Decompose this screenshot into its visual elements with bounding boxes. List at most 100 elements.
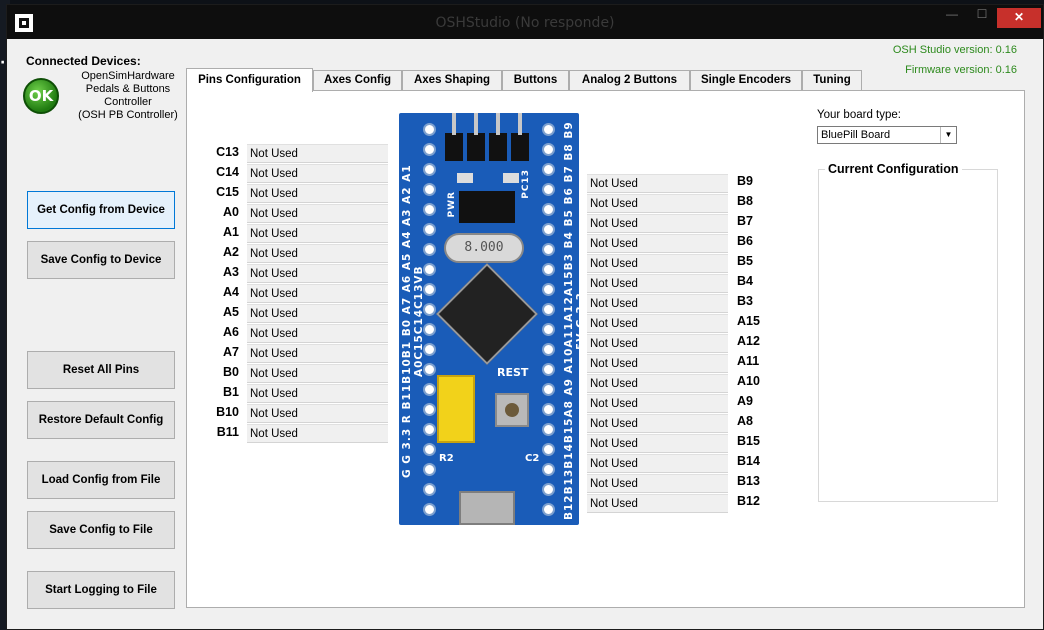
reset-all-pins-button[interactable]: Reset All Pins xyxy=(27,351,175,389)
bluepill-board-image: PWR PC13 8.000 REST R2 C2 G G 3.3 R B11B… xyxy=(399,113,579,525)
pin-label-a7: A7 xyxy=(223,345,239,359)
pin-select-b5[interactable]: Not Used xyxy=(587,254,728,273)
pin-select-b8[interactable]: Not Used xyxy=(587,194,728,213)
pin-select-a4[interactable]: Not Used xyxy=(247,284,388,303)
current-configuration-group: Current Configuration xyxy=(818,162,998,502)
pin-select-b11[interactable]: Not Used xyxy=(247,424,388,443)
pin-label-a6: A6 xyxy=(223,325,239,339)
pin-label-b6: B6 xyxy=(737,234,753,248)
pin-select-b6[interactable]: Not Used xyxy=(587,234,728,253)
board-type-select[interactable]: BluePill Board ▼ xyxy=(817,126,957,144)
pin-select-b12[interactable]: Not Used xyxy=(587,494,728,513)
pin-label-b9: B9 xyxy=(737,174,753,188)
pin-select-c13[interactable]: Not Used xyxy=(247,144,388,163)
pin-select-b10[interactable]: Not Used xyxy=(247,404,388,423)
r2-silk: R2 xyxy=(439,453,454,464)
firmware-version: Firmware version: 0.16 xyxy=(905,64,1017,76)
get-config-from-device-button[interactable]: Get Config from Device xyxy=(27,191,175,229)
pin-label-b11: B11 xyxy=(216,425,239,439)
pin-select-b4[interactable]: Not Used xyxy=(587,274,728,293)
pin-label-a4: A4 xyxy=(223,285,239,299)
pin-select-a2[interactable]: Not Used xyxy=(247,244,388,263)
pin-label-c13: C13 xyxy=(216,145,239,159)
load-config-from-file-button[interactable]: Load Config from File xyxy=(27,461,175,499)
pin-hole xyxy=(542,483,555,496)
pin-select-a10[interactable]: Not Used xyxy=(587,374,728,393)
pin-label-b5: B5 xyxy=(737,254,753,268)
pin-hole xyxy=(542,303,555,316)
pin-hole xyxy=(542,343,555,356)
pin-label-b15: B15 xyxy=(737,434,760,448)
save-config-to-file-button[interactable]: Save Config to File xyxy=(27,511,175,549)
title-bar[interactable]: OSHStudio (No responde) — ☐ ✕ xyxy=(7,5,1043,39)
pin-select-b9[interactable]: Not Used xyxy=(587,174,728,193)
tab-axes-config[interactable]: Axes Config xyxy=(313,70,402,90)
ok-status-icon: OK xyxy=(23,78,59,114)
pin-select-a12[interactable]: Not Used xyxy=(587,334,728,353)
maximize-button[interactable]: ☐ xyxy=(969,5,995,25)
programming-header xyxy=(445,113,529,161)
crystal: 8.000 xyxy=(444,233,524,263)
pin-hole xyxy=(542,283,555,296)
pin-select-b1[interactable]: Not Used xyxy=(247,384,388,403)
pin-label-a12: A12 xyxy=(737,334,760,348)
board-type-label: Your board type: xyxy=(817,109,901,121)
pin-select-b13[interactable]: Not Used xyxy=(587,474,728,493)
pin-select-a11[interactable]: Not Used xyxy=(587,354,728,373)
pin-label-a11: A11 xyxy=(737,354,760,368)
pin-hole xyxy=(542,423,555,436)
pin-select-b14[interactable]: Not Used xyxy=(587,454,728,473)
pin-select-c14[interactable]: Not Used xyxy=(247,164,388,183)
pin-select-a5[interactable]: Not Used xyxy=(247,304,388,323)
restore-default-config-button[interactable]: Restore Default Config xyxy=(27,401,175,439)
pc13-silk: PC13 xyxy=(521,169,531,199)
start-logging-to-file-button[interactable]: Start Logging to File xyxy=(27,571,175,609)
pin-label-b10: B10 xyxy=(216,405,239,419)
left-header-silk: G G 3.3 R B11B10B1 B0 A7 A6 A5 A4 A3 A2 … xyxy=(401,164,425,478)
pin-label-a0: A0 xyxy=(223,205,239,219)
pin-select-b15[interactable]: Not Used xyxy=(587,434,728,453)
pin-select-a9[interactable]: Not Used xyxy=(587,394,728,413)
pin-label-a2: A2 xyxy=(223,245,239,259)
pin-select-a6[interactable]: Not Used xyxy=(247,324,388,343)
tab-axes-shaping[interactable]: Axes Shaping xyxy=(402,70,502,90)
pin-select-b0[interactable]: Not Used xyxy=(247,364,388,383)
pin-select-c15[interactable]: Not Used xyxy=(247,184,388,203)
pin-select-a15[interactable]: Not Used xyxy=(587,314,728,333)
pin-label-a1: A1 xyxy=(223,225,239,239)
device-name[interactable]: OpenSimHardware Pedals & Buttons Control… xyxy=(63,70,193,122)
tab-analog-2-buttons[interactable]: Analog 2 Buttons xyxy=(569,70,690,90)
connected-devices-label: Connected Devices: xyxy=(26,54,141,68)
chevron-down-icon[interactable]: ▼ xyxy=(940,127,956,143)
pin-label-b13: B13 xyxy=(737,474,760,488)
pin-hole xyxy=(542,243,555,256)
tab-buttons[interactable]: Buttons xyxy=(502,70,569,90)
pin-select-a7[interactable]: Not Used xyxy=(247,344,388,363)
pin-hole xyxy=(542,263,555,276)
desktop-fragment: · xyxy=(0,55,6,71)
save-config-to-device-button[interactable]: Save Config to Device xyxy=(27,241,175,279)
pin-select-b3[interactable]: Not Used xyxy=(587,294,728,313)
close-button[interactable]: ✕ xyxy=(997,8,1041,28)
pin-label-a9: A9 xyxy=(737,394,753,408)
pin-select-b7[interactable]: Not Used xyxy=(587,214,728,233)
pin-label-c15: C15 xyxy=(216,185,239,199)
c2-silk: C2 xyxy=(525,453,540,464)
pwr-silk: PWR xyxy=(447,191,457,218)
pin-hole xyxy=(542,403,555,416)
pin-hole xyxy=(542,323,555,336)
tab-single-encoders[interactable]: Single Encoders xyxy=(690,70,802,90)
tab-pins-configuration[interactable]: Pins Configuration xyxy=(186,68,313,92)
minimize-button[interactable]: — xyxy=(937,5,967,25)
pin-hole xyxy=(542,123,555,136)
boot-jumpers xyxy=(437,375,475,443)
pin-select-a8[interactable]: Not Used xyxy=(587,414,728,433)
reset-silk: REST xyxy=(497,366,529,379)
pin-label-b3: B3 xyxy=(737,294,753,308)
pin-select-a3[interactable]: Not Used xyxy=(247,264,388,283)
pin-select-a1[interactable]: Not Used xyxy=(247,224,388,243)
pin-select-a0[interactable]: Not Used xyxy=(247,204,388,223)
tab-tuning[interactable]: Tuning xyxy=(802,70,862,90)
board-type-value: BluePill Board xyxy=(821,129,891,141)
app-window: OSHStudio (No responde) — ☐ ✕ Connected … xyxy=(6,4,1044,630)
